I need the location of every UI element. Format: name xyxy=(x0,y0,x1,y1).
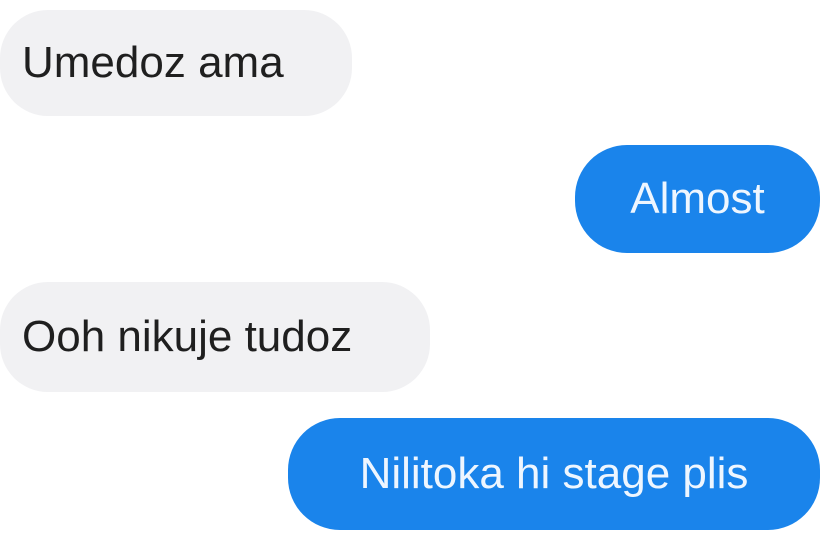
chat-thread: Umedoz ama Almost Ooh nikuje tudoz Nilit… xyxy=(0,0,835,540)
message-text: Almost xyxy=(630,174,765,223)
message-text: Umedoz ama xyxy=(22,38,284,87)
message-text: Ooh nikuje tudoz xyxy=(22,312,353,361)
message-text: Nilitoka hi stage plis xyxy=(359,449,749,498)
outgoing-message-bubble[interactable]: Almost xyxy=(575,145,820,253)
incoming-message-bubble[interactable]: Ooh nikuje tudoz xyxy=(0,282,430,392)
incoming-message-bubble[interactable]: Umedoz ama xyxy=(0,10,352,116)
outgoing-message-bubble[interactable]: Nilitoka hi stage plis xyxy=(288,418,820,530)
